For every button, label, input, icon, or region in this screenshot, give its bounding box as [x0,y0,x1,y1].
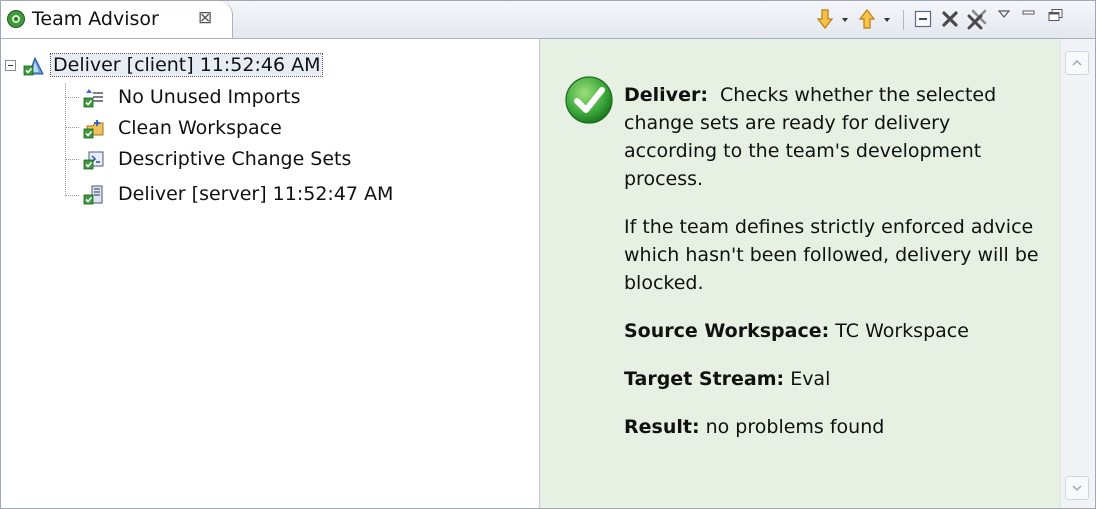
view-toolbar [655,1,1095,38]
minimize-icon[interactable] [1021,8,1037,30]
advisor-heading: Deliver: [624,84,708,106]
server-check-icon [83,184,105,206]
tree-root-row[interactable]: Deliver [client] 11:52:46 AM [1,51,521,81]
tab-close-icon[interactable]: ⊠ [198,7,212,29]
view-tab-strip: Team Advisor ⊠ [1,1,1095,39]
detail-scrollbar[interactable] [1060,39,1095,508]
scroll-up-button[interactable] [1065,51,1089,75]
tree-item[interactable]: No Unused Imports [1,83,521,113]
source-workspace-value: TC Workspace [835,320,969,342]
change-set-check-icon [83,149,105,171]
workspace-check-icon [83,118,105,140]
maximize-icon[interactable] [1047,8,1065,30]
tab-title: Team Advisor [32,8,159,30]
advisor-note: If the team defines strictly enforced ad… [624,216,1039,294]
tree-item[interactable]: Deliver [server] 11:52:47 AM [1,180,521,210]
source-workspace-line: Source Workspace: TC Workspace [624,317,1044,345]
tree-item[interactable]: Descriptive Change Sets [1,145,521,175]
target-stream-line: Target Stream: Eval [624,365,1044,393]
toolbar-separator [903,10,904,30]
team-advisor-view: Team Advisor ⊠ Deliver [client] 11:52:46… [0,0,1096,509]
tree-item-label: Clean Workspace [118,117,282,139]
scroll-down-button[interactable] [1065,476,1089,500]
tree-item[interactable]: Clean Workspace [1,114,521,144]
tree-item-label: Deliver [server] 11:52:47 AM [118,183,394,205]
tree-item-label: Descriptive Change Sets [118,148,352,170]
result-value: no problems found [705,416,885,438]
dropdown-icon[interactable] [841,8,851,30]
advisor-description: Deliver: Checks whether the selected cha… [624,81,1044,461]
tree-root-label: Deliver [client] 11:52:46 AM [49,53,324,77]
description-paragraph: Deliver: Checks whether the selected cha… [624,81,1044,193]
advisor-tree: Deliver [client] 11:52:46 AM No Unused I… [1,39,540,508]
tab-team-advisor[interactable]: Team Advisor ⊠ [1,1,233,38]
target-stream-label: Target Stream: [624,368,785,390]
source-workspace-label: Source Workspace: [624,320,830,342]
collapse-toggle[interactable] [5,60,16,71]
tree-item-label: No Unused Imports [118,86,301,108]
success-check-icon [564,75,614,125]
view-menu-icon[interactable] [997,8,1011,30]
dropdown-icon[interactable] [883,8,893,30]
imports-check-icon [83,87,105,109]
next-arrow-icon[interactable] [815,8,835,30]
result-line: Result: no problems found [624,413,1044,441]
target-stream-value: Eval [790,368,831,390]
remove-icon[interactable] [940,8,960,30]
result-label: Result: [624,416,700,438]
remove-all-icon[interactable] [965,8,991,30]
deliver-advisor-icon [23,55,45,77]
collapse-all-icon[interactable] [913,8,933,30]
team-advisor-icon [6,9,26,29]
previous-arrow-icon[interactable] [857,8,877,30]
advisor-detail-pane: Deliver: Checks whether the selected cha… [540,39,1095,508]
